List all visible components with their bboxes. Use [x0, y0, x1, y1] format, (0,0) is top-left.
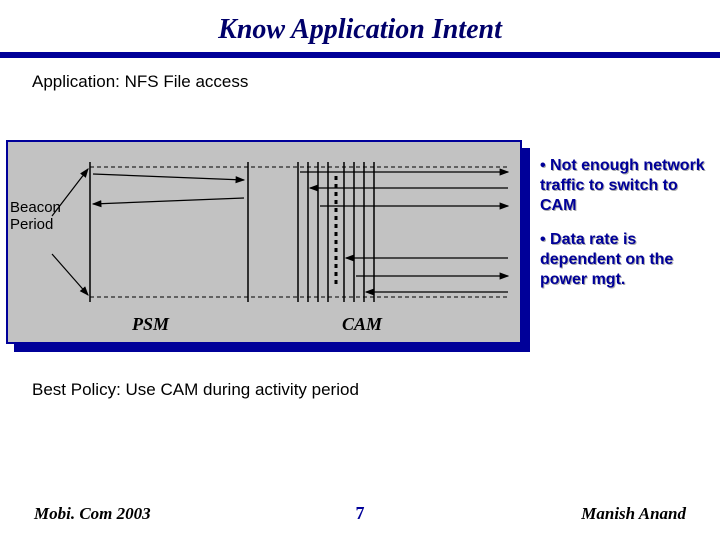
footer-venue: Mobi. Com 2003	[34, 504, 151, 524]
psm-label: PSM	[132, 314, 169, 335]
footer: Mobi. Com 2003 7 Manish Anand	[0, 500, 720, 524]
best-policy-text: Best Policy: Use CAM during activity per…	[32, 380, 359, 400]
subtitle: Application: NFS File access	[32, 72, 720, 92]
page-number: 7	[356, 503, 365, 524]
bullet-list: Not enough network traffic to switch to …	[540, 156, 712, 304]
bullet-not-enough-traffic: Not enough network traffic to switch to …	[540, 156, 712, 216]
slide-title: Know Application Intent	[0, 0, 720, 46]
footer-author: Manish Anand	[581, 504, 686, 524]
bullet-data-rate: Data rate is dependent on the power mgt.	[540, 230, 712, 290]
timing-diagram: Beacon Period PSM CAM	[6, 140, 534, 356]
diagram-svg	[8, 142, 524, 346]
beacon-period-label: Beacon Period	[10, 200, 70, 233]
diagram-panel: Beacon Period PSM CAM	[6, 140, 522, 344]
title-rule	[0, 52, 720, 58]
cam-label: CAM	[342, 314, 382, 335]
